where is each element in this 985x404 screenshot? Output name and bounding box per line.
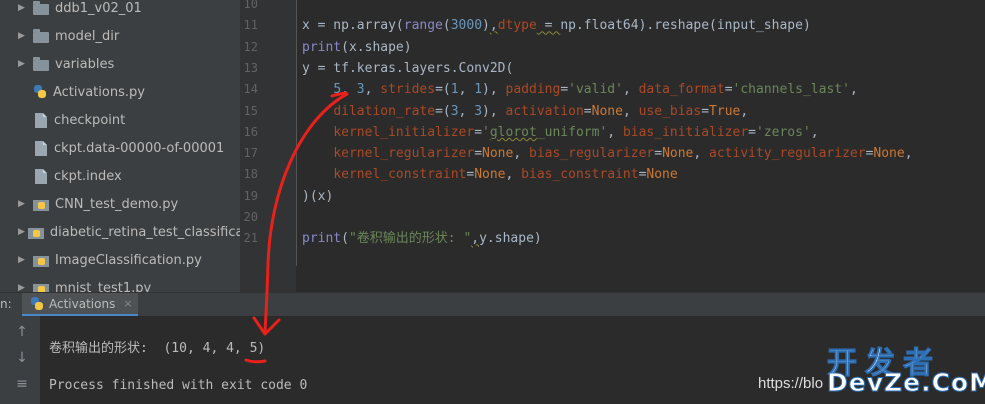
python-package-icon — [33, 255, 49, 267]
code-line[interactable]: print(x.shape) — [302, 37, 412, 58]
chevron-right-icon[interactable]: ▶ — [18, 59, 30, 69]
tree-item[interactable]: ▶ model_dir — [0, 22, 240, 50]
tree-item[interactable]: ▶ CNN_test_demo.py — [0, 190, 240, 218]
watermark-logo-en: DevZe.CoM — [827, 368, 985, 398]
watermark-url: https://blo — [758, 375, 824, 392]
tree-item-label: CNN_test_demo.py — [55, 196, 179, 212]
code-line[interactable]: y = tf.keras.layers.Conv2D( — [302, 58, 513, 79]
chevron-right-icon[interactable]: ▶ — [18, 199, 30, 209]
code-line[interactable]: dilation_rate=(3, 3), activation=None, u… — [302, 101, 748, 122]
tree-item-label: ImageClassification.py — [55, 252, 202, 268]
tree-item-label: mnist_test1.py — [55, 280, 152, 293]
line-number: 19 — [243, 188, 258, 203]
line-number: 17 — [243, 146, 258, 161]
chevron-right-icon[interactable]: ▶ — [18, 227, 25, 237]
gutter-separator — [296, 0, 297, 266]
chevron-right-icon[interactable]: ▶ — [18, 3, 30, 13]
line-number: 16 — [243, 124, 258, 139]
project-tree: ▶ddb1_v02_01▶model_dir▶variables▶Activat… — [0, 0, 240, 292]
line-number-gutter: 10 11 12 13 14 15 16 17 18 19 20 21 — [240, 0, 296, 292]
watermark-logo: 开发者 DevZe.CoM — [827, 338, 985, 398]
folder-icon — [33, 28, 49, 43]
file-icon — [35, 112, 47, 128]
code-line[interactable]: print("卷积输出的形状: ",y.shape) — [302, 228, 542, 249]
code-line[interactable]: kernel_constraint=None, bias_constraint=… — [302, 164, 677, 185]
tree-item[interactable]: ▶checkpoint — [0, 106, 240, 134]
tree-item-label: ckpt.data-00000-of-00001 — [54, 140, 225, 156]
tree-item-label: variables — [55, 56, 115, 72]
file-icon — [35, 168, 47, 184]
code-line[interactable]: )(x) — [302, 186, 333, 207]
tree-item-label: model_dir — [55, 28, 120, 44]
tree-item[interactable]: ▶ckpt.data-00000-of-00001 — [0, 134, 240, 162]
code-line[interactable]: kernel_initializer='glorot_uniform', bia… — [302, 122, 818, 143]
tree-item-label: checkpoint — [54, 112, 126, 128]
python-package-icon — [33, 199, 49, 211]
line-number: 18 — [243, 167, 258, 182]
tree-item[interactable]: ▶ diabetic_retina_test_classification — [0, 218, 240, 246]
folder-icon — [33, 0, 49, 15]
arrow-up-icon[interactable]: ↑ — [14, 324, 30, 340]
wrap-lines-icon[interactable]: ≡ — [14, 376, 30, 392]
code-line[interactable]: x = np.array(range(3000),dtype = np.floa… — [302, 15, 811, 36]
console-output-line: 卷积输出的形状: (10, 4, 4, 5) — [49, 341, 266, 356]
console-exit-line: Process finished with exit code 0 — [49, 378, 308, 393]
python-file-icon — [33, 85, 47, 99]
python-package-icon — [33, 283, 49, 292]
tree-item[interactable]: ▶ variables — [0, 50, 240, 78]
code-line[interactable]: 5, 3, strides=(1, 1), padding='valid', d… — [302, 79, 857, 100]
line-number: 11 — [243, 18, 258, 33]
chevron-right-icon[interactable]: ▶ — [18, 283, 30, 292]
line-number: 15 — [243, 103, 258, 118]
code-line[interactable]: kernel_regularizer=None, bias_regularize… — [302, 143, 912, 164]
tab-title: Activations — [49, 296, 116, 311]
tree-item-label: ddb1_v02_01 — [55, 0, 142, 16]
run-label: n: — [0, 297, 12, 311]
tree-item[interactable]: ▶ mnist_test1.py — [0, 274, 240, 292]
line-number: 20 — [243, 210, 258, 224]
line-number: 13 — [243, 60, 258, 75]
code-editor[interactable]: x = np.array(range(3000),dtype = np.floa… — [302, 0, 985, 292]
tab-activations[interactable]: Activations × — [22, 293, 138, 317]
tree-item[interactable]: ▶ ImageClassification.py — [0, 246, 240, 274]
line-number: 10 — [243, 0, 258, 11]
python-file-icon — [30, 296, 44, 311]
tree-item[interactable]: ▶Activations.py — [0, 78, 240, 106]
file-icon — [35, 140, 47, 156]
tree-item[interactable]: ▶ ddb1_v02_01 — [0, 0, 240, 22]
folder-icon — [33, 56, 49, 71]
tree-item-label: diabetic_retina_test_classification — [49, 224, 240, 240]
run-tool-window-header: n: Activations × — [0, 292, 985, 317]
chevron-right-icon[interactable]: ▶ — [18, 255, 30, 265]
python-package-icon — [27, 227, 44, 239]
chevron-right-icon[interactable]: ▶ — [18, 31, 30, 41]
line-number: 21 — [243, 231, 258, 246]
close-icon[interactable]: × — [123, 297, 132, 310]
tree-item[interactable]: ▶ckpt.index — [0, 162, 240, 190]
run-toolbar: ↑ ↓ ≡ — [0, 316, 40, 404]
arrow-down-icon[interactable]: ↓ — [14, 350, 30, 366]
tree-item-label: Activations.py — [53, 84, 145, 100]
tree-item-label: ckpt.index — [54, 168, 122, 184]
line-number: 14 — [243, 82, 258, 97]
line-number: 12 — [243, 39, 258, 54]
